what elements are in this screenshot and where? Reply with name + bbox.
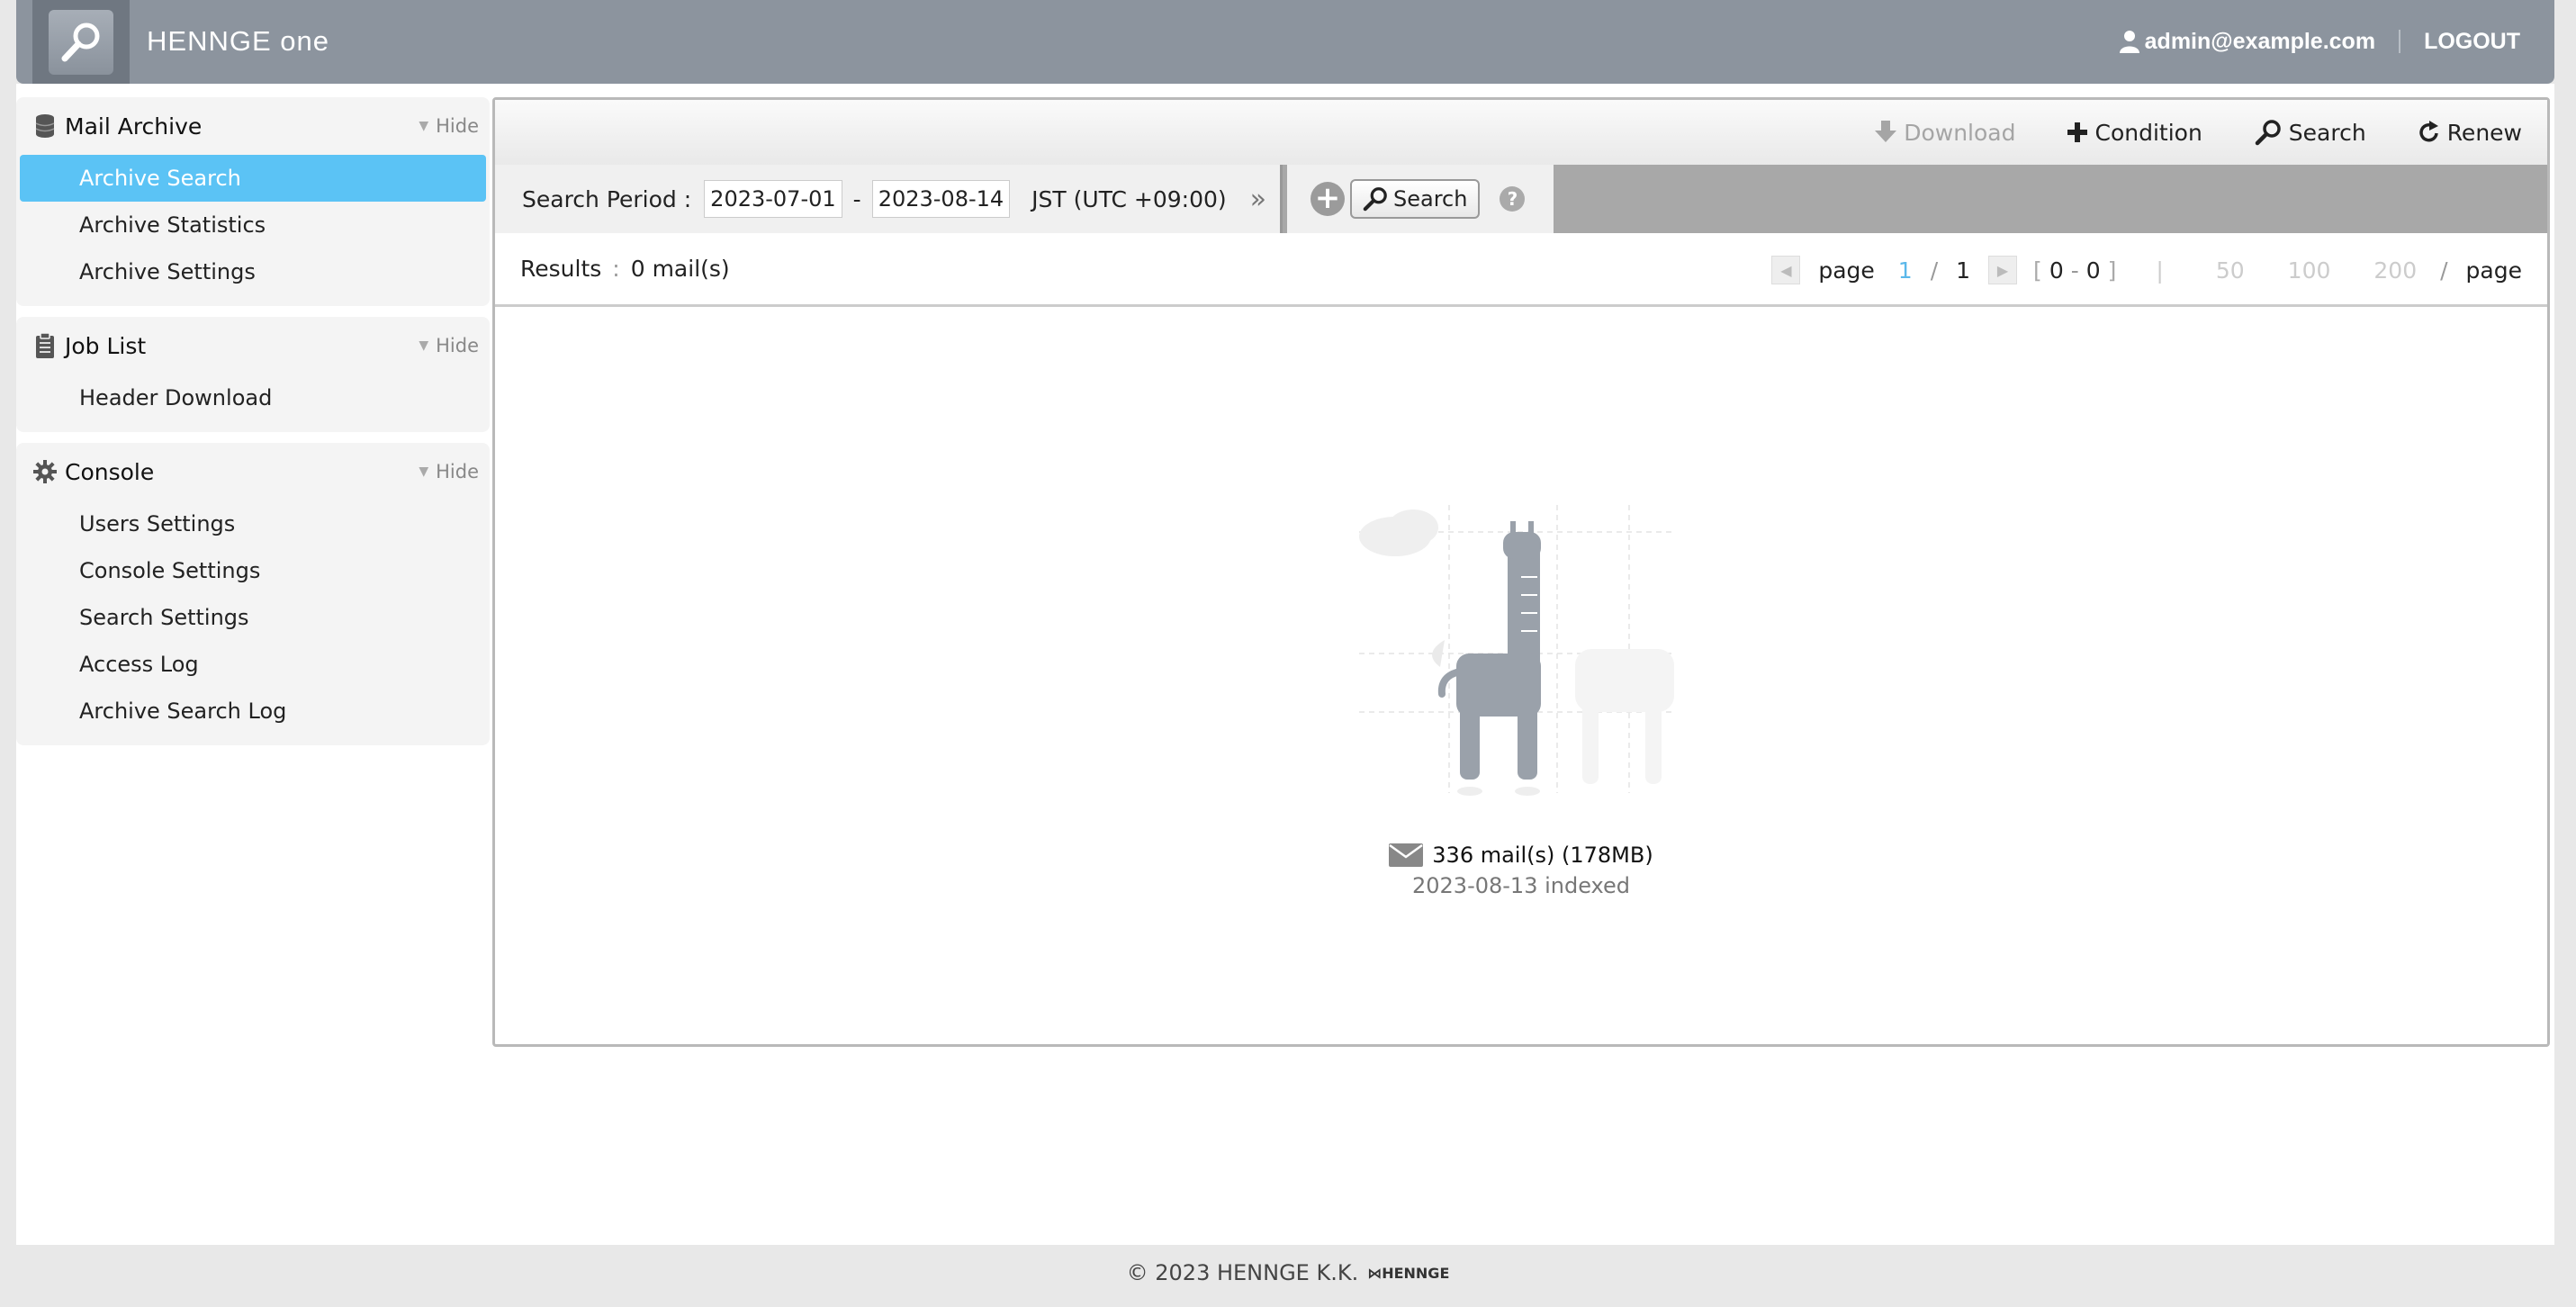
top-header: HENNGE one admin@example.com LOGOUT: [16, 0, 2554, 84]
refresh-icon: [2418, 121, 2438, 142]
sidebar-section-title: Mail Archive: [65, 113, 203, 140]
sidebar-item-archive-search-log[interactable]: Archive Search Log: [20, 688, 486, 735]
toolbar: Download Condition Search Renew: [495, 100, 2547, 165]
per-page-suffix: page: [2465, 257, 2522, 284]
sidebar-item-users-settings[interactable]: Users Settings: [20, 500, 486, 547]
gear-icon: [32, 458, 58, 485]
sidebar-section-header: Console ▼ Hide: [16, 443, 490, 500]
total-pages: 1: [1956, 257, 1971, 284]
sidebar-item-console-settings[interactable]: Console Settings: [20, 547, 486, 594]
user-icon: [2119, 31, 2139, 53]
sidebar-section-job-list: Job List ▼ Hide Header Download: [16, 317, 490, 432]
sidebar-item-archive-search[interactable]: Archive Search: [20, 155, 486, 202]
plus-icon: [2067, 122, 2088, 142]
sidebar-item-archive-settings[interactable]: Archive Settings: [20, 248, 486, 295]
giraffe-illustration-icon: [1359, 505, 1674, 796]
renew-button[interactable]: Renew: [2418, 120, 2522, 146]
range-to: 0: [2085, 257, 2101, 284]
results-colon: :: [612, 256, 620, 282]
main-area: Mail Archive ▼ Hide Archive Search Archiv…: [16, 84, 2554, 1245]
results-label: Results: [520, 256, 602, 282]
search-action-box: + Search ?: [1287, 165, 1554, 233]
triangle-down-icon: ▼: [419, 119, 429, 133]
bowtie-logo-icon: ⋈: [1367, 1264, 1383, 1282]
footer-hennge-logo: ⋈HENNGE: [1367, 1264, 1450, 1282]
footer: © 2023 HENNGE K.K. ⋈HENNGE: [0, 1260, 2576, 1285]
copyright-text: © 2023 HENNGE K.K.: [1126, 1260, 1359, 1285]
hide-toggle[interactable]: ▼ Hide: [419, 115, 490, 137]
range-close-bracket: ]: [2107, 257, 2117, 284]
logout-link[interactable]: LOGOUT: [2424, 29, 2520, 55]
hide-toggle[interactable]: ▼ Hide: [419, 335, 490, 356]
hide-toggle[interactable]: ▼ Hide: [419, 461, 490, 482]
range-dash: -: [2070, 257, 2079, 284]
add-condition-icon[interactable]: +: [1311, 182, 1345, 216]
user-email: admin@example.com: [2144, 28, 2376, 54]
sidebar: Mail Archive ▼ Hide Archive Search Archiv…: [16, 97, 490, 756]
sidebar-item-search-settings[interactable]: Search Settings: [20, 594, 486, 641]
brand-name: HENNGE one: [147, 25, 329, 57]
sidebar-item-access-log[interactable]: Access Log: [20, 641, 486, 688]
sidebar-section-header: Job List ▼ Hide: [16, 317, 490, 374]
sidebar-section-title: Console: [65, 458, 155, 485]
range-from: 0: [2049, 257, 2064, 284]
next-page-icon[interactable]: ▶: [1988, 256, 2018, 284]
database-icon: [32, 113, 58, 140]
period-from-input[interactable]: 2023-07-01: [704, 180, 842, 218]
prev-page-icon[interactable]: ◀: [1771, 256, 1801, 284]
pager: ◀ page 1 / 1 ▶ [ 0 - 0 ] | 50 100 200 / …: [1771, 233, 2522, 307]
condition-button[interactable]: Condition: [2067, 120, 2202, 146]
page-word: page: [1818, 257, 1875, 284]
header-divider: [2399, 30, 2401, 53]
period-to-input[interactable]: 2023-08-14: [871, 180, 1011, 218]
period-dash: -: [852, 185, 861, 212]
current-page: 1: [1897, 257, 1913, 284]
timezone-label: JST (UTC +09:00): [1031, 185, 1227, 212]
triangle-down-icon: ▼: [419, 464, 429, 479]
sidebar-section-header: Mail Archive ▼ Hide: [16, 97, 490, 155]
clipboard-icon: [32, 332, 58, 359]
content-panel: Download Condition Search Renew Search P…: [492, 97, 2550, 1047]
empty-results-area: 336 mail(s) (178MB) 2023-08-13 indexed: [495, 307, 2547, 1045]
download-arrow-icon: [1875, 121, 1897, 142]
indexed-date: 2023-08-13 indexed: [1411, 873, 1631, 898]
sidebar-item-header-download[interactable]: Header Download: [20, 374, 486, 421]
sidebar-section-console: Console ▼ Hide Users Settings Console Set…: [16, 443, 490, 745]
magnifier-logo-icon: [61, 23, 100, 61]
per-page-50[interactable]: 50: [2216, 257, 2245, 284]
sidebar-section-mail-archive: Mail Archive ▼ Hide Archive Search Archiv…: [16, 97, 490, 306]
double-chevron-right-icon[interactable]: »: [1250, 184, 1266, 215]
results-bar: Results : 0 mail(s) ◀ page 1 / 1 ▶ [ 0 -…: [495, 233, 2547, 307]
archive-stats: 336 mail(s) (178MB) 2023-08-13 indexed: [495, 843, 2547, 898]
per-page-200[interactable]: 200: [2373, 257, 2417, 284]
search-period-bar: Search Period : 2023-07-01 - 2023-08-14 …: [495, 165, 2547, 233]
sidebar-section-title: Job List: [65, 332, 147, 359]
period-search-button[interactable]: Search: [1350, 179, 1481, 219]
pager-divider: |: [2156, 257, 2164, 284]
page-slash: /: [1930, 257, 1939, 284]
sidebar-item-archive-statistics[interactable]: Archive Statistics: [20, 202, 486, 248]
download-button[interactable]: Download: [1875, 120, 2015, 146]
per-page-100[interactable]: 100: [2288, 257, 2331, 284]
search-icon: [2255, 120, 2281, 146]
app-logo[interactable]: [32, 0, 130, 84]
per-page-slash: /: [2440, 257, 2448, 284]
mail-icon: [1389, 843, 1424, 867]
search-icon: [1363, 187, 1387, 212]
results-count: 0 mail(s): [630, 256, 730, 282]
user-area: admin@example.com LOGOUT: [2119, 20, 2520, 63]
total-mail-count: 336 mail(s) (178MB): [1432, 843, 1653, 868]
triangle-down-icon: ▼: [419, 338, 429, 353]
help-icon[interactable]: ?: [1500, 186, 1526, 212]
search-period-box: Search Period : 2023-07-01 - 2023-08-14 …: [495, 165, 1283, 233]
toolbar-search-button[interactable]: Search: [2255, 119, 2366, 146]
range-open-bracket: [: [2033, 257, 2042, 284]
search-period-label: Search Period :: [522, 185, 692, 212]
